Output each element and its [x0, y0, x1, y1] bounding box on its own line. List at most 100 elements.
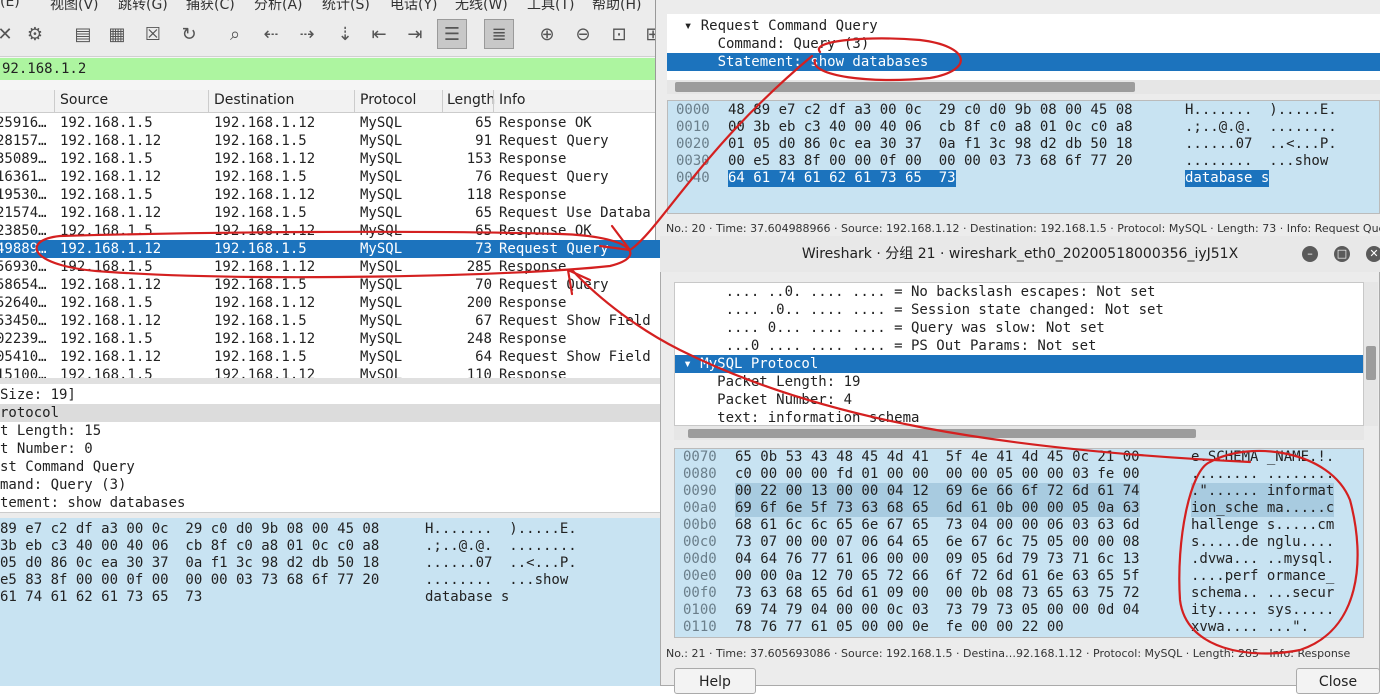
- close-button[interactable]: Close: [1296, 668, 1380, 694]
- hex-bytes: 00 e5 83 8f 00 00 0f 00 00 00 03 73 68 6…: [728, 153, 1133, 169]
- cell-destination: 192.168.1.5: [214, 133, 307, 149]
- hex-offset: 0010: [676, 119, 710, 135]
- cell-info: Request Query: [499, 277, 609, 293]
- reload-icon[interactable]: ↻: [174, 19, 204, 49]
- hex-offset: 0040: [676, 170, 710, 186]
- back-icon[interactable]: ⇠: [256, 19, 286, 49]
- column-length[interactable]: Length: [447, 92, 495, 108]
- tree-item[interactable]: ▾ Request Command Query: [667, 17, 1380, 35]
- zoom-out-icon[interactable]: ⊖: [568, 19, 598, 49]
- menu-item-help[interactable]: 帮助(H): [592, 0, 641, 12]
- tree-item[interactable]: Packet Number: 4: [675, 391, 1363, 409]
- packet-row[interactable]: 56930… 192.168.1.5 192.168.1.12 MySQL Respon…: [0, 258, 660, 276]
- column-info[interactable]: Info: [499, 92, 526, 108]
- cell-info: Request Show Field: [499, 349, 651, 365]
- packet-row[interactable]: 16361… 192.168.1.12 192.168.1.5 MySQL Reques…: [0, 168, 660, 186]
- cell-source: 192.168.1.5: [60, 187, 153, 203]
- detail-line[interactable]: t Length: 15: [0, 422, 101, 440]
- menu-item-analyze[interactable]: 分析(A): [254, 0, 303, 12]
- tree-item[interactable]: .... ..0. .... .... = No backslash escap…: [675, 283, 1363, 301]
- colorize-icon[interactable]: ≣: [484, 19, 514, 49]
- close-icon[interactable]: ✕: [1366, 246, 1380, 262]
- zoom-in-icon[interactable]: ⊕: [532, 19, 562, 49]
- cell-info: Response OK: [499, 115, 592, 131]
- cell-info: Request Query: [499, 241, 609, 257]
- selected-tree-item[interactable]: Statement: show databases: [667, 53, 1380, 71]
- scrollbar-thumb[interactable]: [688, 429, 1196, 438]
- open-folder-icon[interactable]: ▤: [68, 19, 98, 49]
- gear-icon[interactable]: ⚙: [20, 19, 50, 49]
- scrollbar-thumb[interactable]: [675, 82, 1135, 92]
- selected-packet-row[interactable]: 49889… 192.168.1.12 192.168.1.5 MySQL Reques…: [0, 240, 660, 258]
- hex-ascii: ........ ........: [1191, 466, 1335, 482]
- packet-row[interactable]: 35089… 192.168.1.5 192.168.1.12 MySQL Respon…: [0, 150, 660, 168]
- tree-item[interactable]: .... .0.. .... .... = Session state chan…: [675, 301, 1363, 319]
- tree-item[interactable]: text: information_schema: [675, 409, 1363, 425]
- detail-line[interactable]: Size: 19]: [0, 386, 76, 404]
- tree-item[interactable]: Command: Query (3): [667, 35, 1380, 53]
- go-to-packet-icon[interactable]: ⇣: [330, 19, 360, 49]
- scrollbar-thumb[interactable]: [1366, 346, 1376, 380]
- cell-protocol: MySQL: [360, 313, 403, 329]
- hex-offset: 00f0: [683, 585, 717, 601]
- menu-item[interactable]: (E): [0, 0, 20, 10]
- search-icon[interactable]: ⌕: [220, 19, 250, 49]
- menu-item-view[interactable]: 视图(V): [50, 0, 99, 12]
- auto-scroll-icon[interactable]: ☰: [437, 19, 467, 49]
- cell-destination: 192.168.1.5: [214, 205, 307, 221]
- detail-line[interactable]: st Command Query: [0, 458, 135, 476]
- cell-info: Response: [499, 187, 567, 203]
- packet-row[interactable]: 25916… 192.168.1.5 192.168.1.12 MySQL Respon…: [0, 114, 660, 132]
- hex-bytes: 89 e7 c2 df a3 00 0c 29 c0 d0 9b 08 00 4…: [0, 521, 380, 537]
- packet-row[interactable]: 53450… 192.168.1.12 192.168.1.5 MySQL Reques…: [0, 312, 660, 330]
- detail-line[interactable]: mand: Query (3): [0, 476, 126, 494]
- hex-offset: 0080: [683, 466, 717, 482]
- column-destination[interactable]: Destination: [214, 92, 294, 108]
- hex-ascii: ......07 ..<...P.: [1185, 136, 1337, 152]
- packet-row[interactable]: 05410… 192.168.1.12 192.168.1.5 MySQL Reques…: [0, 348, 660, 366]
- menu-item-tools[interactable]: 工具(T): [527, 0, 574, 12]
- packet-row[interactable]: 28157… 192.168.1.12 192.168.1.5 MySQL Reques…: [0, 132, 660, 150]
- menu-item-telephony[interactable]: 电话(Y): [390, 0, 437, 12]
- detail-line[interactable]: t Number: 0: [0, 440, 93, 458]
- display-filter-input[interactable]: 92.168.1.2: [0, 58, 662, 80]
- detail-line[interactable]: tement: show databases: [0, 494, 185, 512]
- close-capture-icon[interactable]: ☒: [138, 19, 168, 49]
- packet-row[interactable]: 52640… 192.168.1.5 192.168.1.12 MySQL Respon…: [0, 294, 660, 312]
- menu-item-capture[interactable]: 捕获(C): [186, 0, 235, 12]
- cell-info: Request Use Databa: [499, 205, 651, 221]
- maximize-icon[interactable]: □: [1334, 246, 1350, 262]
- cell-time: 35089…: [0, 151, 47, 167]
- cell-info: Response: [499, 331, 567, 347]
- normal-size-icon[interactable]: ⊡: [604, 19, 634, 49]
- menu-item-statistics[interactable]: 统计(S): [322, 0, 370, 12]
- last-packet-icon[interactable]: ⇥: [400, 19, 430, 49]
- save-file-icon[interactable]: ▦: [102, 19, 132, 49]
- column-source[interactable]: Source: [60, 92, 108, 108]
- packet-row[interactable]: 02239… 192.168.1.5 192.168.1.12 MySQL Respon…: [0, 330, 660, 348]
- packet-row[interactable]: 23850… 192.168.1.5 192.168.1.12 MySQL Respon…: [0, 222, 660, 240]
- selected-tree-item[interactable]: ▾ MySQL Protocol: [675, 355, 1363, 373]
- packet-row[interactable]: 21574… 192.168.1.12 192.168.1.5 MySQL Reques…: [0, 204, 660, 222]
- packet-row[interactable]: 19530… 192.168.1.5 192.168.1.12 MySQL Respon…: [0, 186, 660, 204]
- packet-bytes-pane: 89 e7 c2 df a3 00 0c 29 c0 d0 9b 08 00 4…: [0, 518, 660, 686]
- menu-item-wireless[interactable]: 无线(W): [455, 0, 508, 12]
- cell-source: 192.168.1.12: [60, 349, 162, 365]
- forward-icon[interactable]: ⇢: [292, 19, 322, 49]
- close-file-icon[interactable]: ✕: [0, 19, 20, 49]
- detail-line[interactable]: rotocol: [0, 404, 660, 422]
- cell-destination: 192.168.1.5: [214, 241, 307, 257]
- hex-bytes: 64 61 74 61 62 61 73 65 73: [728, 170, 956, 187]
- first-packet-icon[interactable]: ⇤: [364, 19, 394, 49]
- help-button[interactable]: Help: [674, 668, 756, 694]
- minimize-icon[interactable]: –: [1302, 246, 1318, 262]
- tree-item[interactable]: .... 0... .... .... = Query was slow: No…: [675, 319, 1363, 337]
- cell-destination: 192.168.1.12: [214, 223, 316, 239]
- cell-info: Request Show Field: [499, 313, 651, 329]
- menu-item-go[interactable]: 跳转(G): [118, 0, 168, 12]
- tree-item[interactable]: ...0 .... .... .... = PS Out Params: Not…: [675, 337, 1363, 355]
- hex-ascii: database s: [1185, 170, 1270, 187]
- packet-row[interactable]: 58654… 192.168.1.12 192.168.1.5 MySQL Reques…: [0, 276, 660, 294]
- tree-item[interactable]: Packet Length: 19: [675, 373, 1363, 391]
- column-protocol[interactable]: Protocol: [360, 92, 416, 108]
